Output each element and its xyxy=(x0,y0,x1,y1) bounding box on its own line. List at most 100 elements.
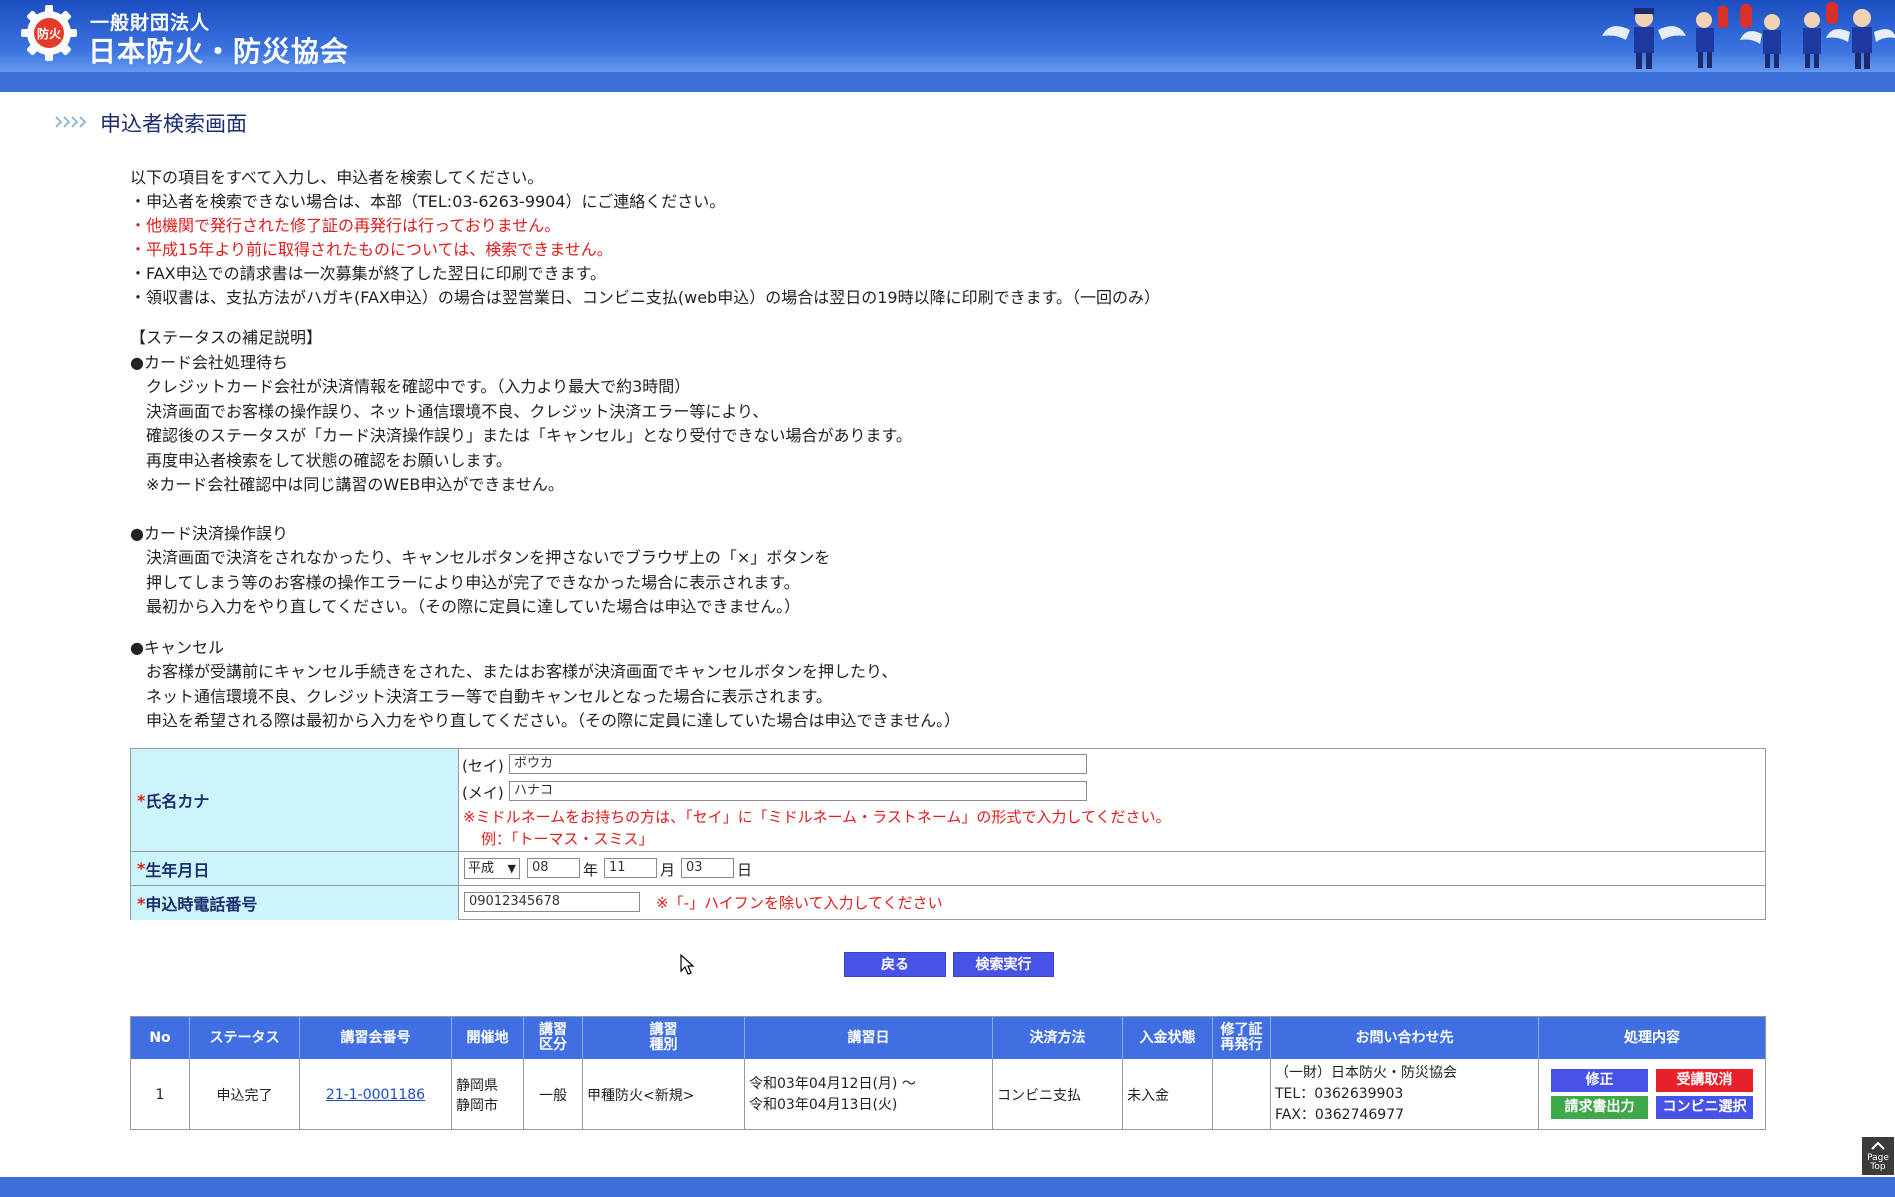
mouse-cursor-icon xyxy=(680,954,695,975)
col-header-reissue: 修了証 再発行 xyxy=(1213,1017,1271,1059)
convenience-store-select-button[interactable]: コンビニ選択 xyxy=(1656,1096,1753,1119)
intro-line-warning: ・平成15年より前に取得されたものについては、検索できません。 xyxy=(130,240,613,259)
contact-fax: FAX：0362746977 xyxy=(1275,1107,1405,1123)
required-mark: * xyxy=(137,893,146,913)
col-header-type: 講習 種別 xyxy=(583,1017,745,1059)
status-cancel-title: ●キャンセル xyxy=(130,637,224,657)
status-text: クレジットカード会社が決済情報を確認中です。（入力より最大で約3時間） xyxy=(146,377,691,396)
phone-label-text: 申込時電話番号 xyxy=(145,895,258,914)
title-chevrons-icon xyxy=(55,116,87,128)
col-header-contact: お問い合わせ先 xyxy=(1271,1017,1539,1059)
page-title: 申込者検索画面 xyxy=(100,112,247,136)
cell-reissue xyxy=(1213,1059,1271,1130)
cell-payment: コンビニ支払 xyxy=(993,1059,1123,1130)
name-kana-label: * 氏名カナ xyxy=(131,749,459,851)
cell-category: 一般 xyxy=(524,1059,583,1130)
edit-button[interactable]: 修正 xyxy=(1551,1069,1648,1092)
status-text: 押してしまう等のお客様の操作エラーにより申込が完了できなかった場合に表示されます… xyxy=(146,572,800,592)
course-date-end: 令和03年04月13日(火) xyxy=(749,1096,898,1113)
page-top-label: Top xyxy=(1870,1162,1886,1172)
birthdate-label-text: 生年月日 xyxy=(145,860,210,880)
intro-line: ・FAX申込での請求書は一次募集が終了した翌日に印刷できます。 xyxy=(130,264,607,283)
name-kana-label-text: 氏名カナ xyxy=(145,792,210,811)
header-strip xyxy=(0,72,1895,92)
birthdate-fields: 平成 ▼ 08 年 11 月 03 日 xyxy=(461,852,1765,885)
required-mark: * xyxy=(137,790,146,810)
results-header-row: No ステータス 講習会番号 開催地 講習 区分 講習 種別 講習日 決済方法 … xyxy=(131,1017,1765,1059)
status-card-error-title: ●カード決済操作誤り xyxy=(130,523,288,543)
site-footer xyxy=(0,1177,1895,1197)
era-select-value: 平成 xyxy=(468,861,495,876)
course-number-link[interactable]: 21-1-0001186 xyxy=(326,1087,425,1103)
search-button[interactable]: 検索実行 xyxy=(953,952,1054,977)
birth-month-input[interactable]: 11 xyxy=(604,858,657,878)
cell-date: 令和03年04月12日(月) 〜 令和03年04月13日(火) xyxy=(745,1059,993,1130)
col-header-course-no: 講習会番号 xyxy=(300,1017,452,1059)
col-header-status: ステータス xyxy=(190,1017,300,1059)
invoice-output-button[interactable]: 請求書出力 xyxy=(1551,1096,1648,1119)
mei-input[interactable]: ハナコ xyxy=(509,781,1087,801)
status-text: 確認後のステータスが「カード決済操作誤り」または「キャンセル」となり受付できない… xyxy=(146,426,912,445)
form-row-birthdate: * 生年月日 平成 ▼ 08 年 11 月 03 日 xyxy=(131,852,1765,886)
cancel-enrollment-button[interactable]: 受講取消 xyxy=(1656,1069,1753,1092)
col-header-actions: 処理内容 xyxy=(1624,1029,1680,1046)
col-header-no: No xyxy=(131,1017,190,1059)
table-row: 1 申込完了 21-1-0001186 静岡県 静岡市 一般 甲種防火<新規> … xyxy=(131,1059,1765,1130)
cell-course-no: 21-1-0001186 xyxy=(300,1059,452,1130)
cell-type: 甲種防火<新規> xyxy=(583,1059,745,1130)
intro-line-warning: ・他機関で発行された修了証の再発行は行っておりません。 xyxy=(130,216,561,235)
col-header-date: 講習日 xyxy=(745,1017,993,1059)
mascot-illustration-icon xyxy=(1602,2,1895,69)
venue-city: 静岡市 xyxy=(456,1097,498,1114)
back-button[interactable]: 戻る xyxy=(844,952,946,977)
birth-year-input[interactable]: 08 xyxy=(527,858,580,878)
status-text: お客様が受講前にキャンセル手続きをされた、またはお客様が決済画面でキャンセルボタ… xyxy=(146,662,898,681)
middle-name-note: ※ミドルネームをお持ちの方は、「セイ」に「ミドルネーム・ラストネーム」の形式で入… xyxy=(463,808,1171,826)
col-header-payment: 決済方法 xyxy=(993,1017,1123,1059)
phone-input[interactable]: 09012345678 xyxy=(464,892,640,912)
results-table: No ステータス 講習会番号 開催地 講習 区分 講習 種別 講習日 決済方法 … xyxy=(130,1016,1766,1130)
sei-label: (セイ) xyxy=(462,757,504,775)
contact-tel: TEL：0362639903 xyxy=(1275,1086,1404,1102)
arrow-up-icon xyxy=(1871,1141,1885,1150)
status-text: ネット通信環境不良、クレジット決済エラー等で自動キャンセルとなった場合に表示され… xyxy=(146,686,832,706)
contact-org: （一財）日本防火・防災協会 xyxy=(1275,1065,1457,1081)
mei-label: (メイ) xyxy=(462,784,504,802)
status-explanation: 【ステータスの補足説明】 ●カード会社処理待ち クレジットカード会社が決済情報を… xyxy=(130,326,1730,734)
cell-venue: 静岡県 静岡市 xyxy=(452,1059,524,1130)
svg-text:防火: 防火 xyxy=(37,26,62,41)
birth-day-input[interactable]: 03 xyxy=(681,858,734,878)
col-header-category: 講習 区分 xyxy=(524,1017,583,1059)
cell-status: 申込完了 xyxy=(190,1059,300,1130)
org-name[interactable]: 日本防火・防災協会 xyxy=(88,30,349,70)
fire-prevention-seal-icon: 防火 xyxy=(21,5,77,61)
status-text: 決済画面でお客様の操作誤り、ネット通信環境不良、クレジット決済エラー等により、 xyxy=(146,401,769,421)
search-form: * 氏名カナ (セイ) ボウカ (メイ) ハナコ ※ミドルネームをお持ちの方は、… xyxy=(130,748,1766,920)
birthdate-label: * 生年月日 xyxy=(131,852,459,885)
intro-line: 以下の項目をすべて入力し、申込者を検索してください。 xyxy=(130,168,544,187)
cell-deposit: 未入金 xyxy=(1123,1059,1213,1130)
intro-line: ・領収書は、支払方法がハガキ(FAX申込）の場合は翌営業日、コンビニ支払(web… xyxy=(130,288,1160,307)
chevron-down-icon: ▼ xyxy=(507,862,516,875)
status-text: 最初から入力をやり直してください。（その際に定員に達していた場合は申込できません… xyxy=(146,597,801,616)
day-unit: 日 xyxy=(737,861,753,879)
col-header-venue: 開催地 xyxy=(452,1017,524,1059)
site-header: 防火 一般財団法人 日本防火・防災協会 xyxy=(0,0,1895,92)
status-text: 決済画面で決済をされなかったり、キャンセルボタンを押さないでブラウザ上の「×」ボ… xyxy=(146,548,831,567)
phone-label: * 申込時電話番号 xyxy=(131,886,459,920)
col-header-deposit: 入金状態 xyxy=(1123,1017,1213,1059)
status-text: 再度申込者検索をして状態の確認をお願いします。 xyxy=(146,450,512,470)
phone-hyphen-note: ※「-」ハイフンを除いて入力してください xyxy=(656,894,943,912)
sei-input[interactable]: ボウカ xyxy=(509,754,1087,774)
cell-contact: （一財）日本防火・防災協会 TEL：0362639903 FAX：0362746… xyxy=(1271,1059,1539,1130)
instructions: 以下の項目をすべて入力し、申込者を検索してください。 ・申込者を検索できない場合… xyxy=(130,166,1730,310)
cell-no: 1 xyxy=(131,1059,190,1130)
form-row-phone: * 申込時電話番号 09012345678 ※「-」ハイフンを除いて入力してくだ… xyxy=(131,886,1765,920)
form-row-name-kana: * 氏名カナ (セイ) ボウカ (メイ) ハナコ ※ミドルネームをお持ちの方は、… xyxy=(131,749,1765,852)
status-text: 申込を希望される際は最初から入力をやり直してください。（その際に定員に達していた… xyxy=(146,711,961,730)
intro-line: ・申込者を検索できない場合は、本部（TEL:03-6263-9904）にご連絡く… xyxy=(130,192,726,211)
required-mark: * xyxy=(137,859,146,878)
middle-name-example: 例：「トーマス・スミス」 xyxy=(481,830,654,848)
page-top-button[interactable]: Page Top xyxy=(1862,1137,1894,1175)
era-select[interactable]: 平成 ▼ xyxy=(464,858,520,879)
